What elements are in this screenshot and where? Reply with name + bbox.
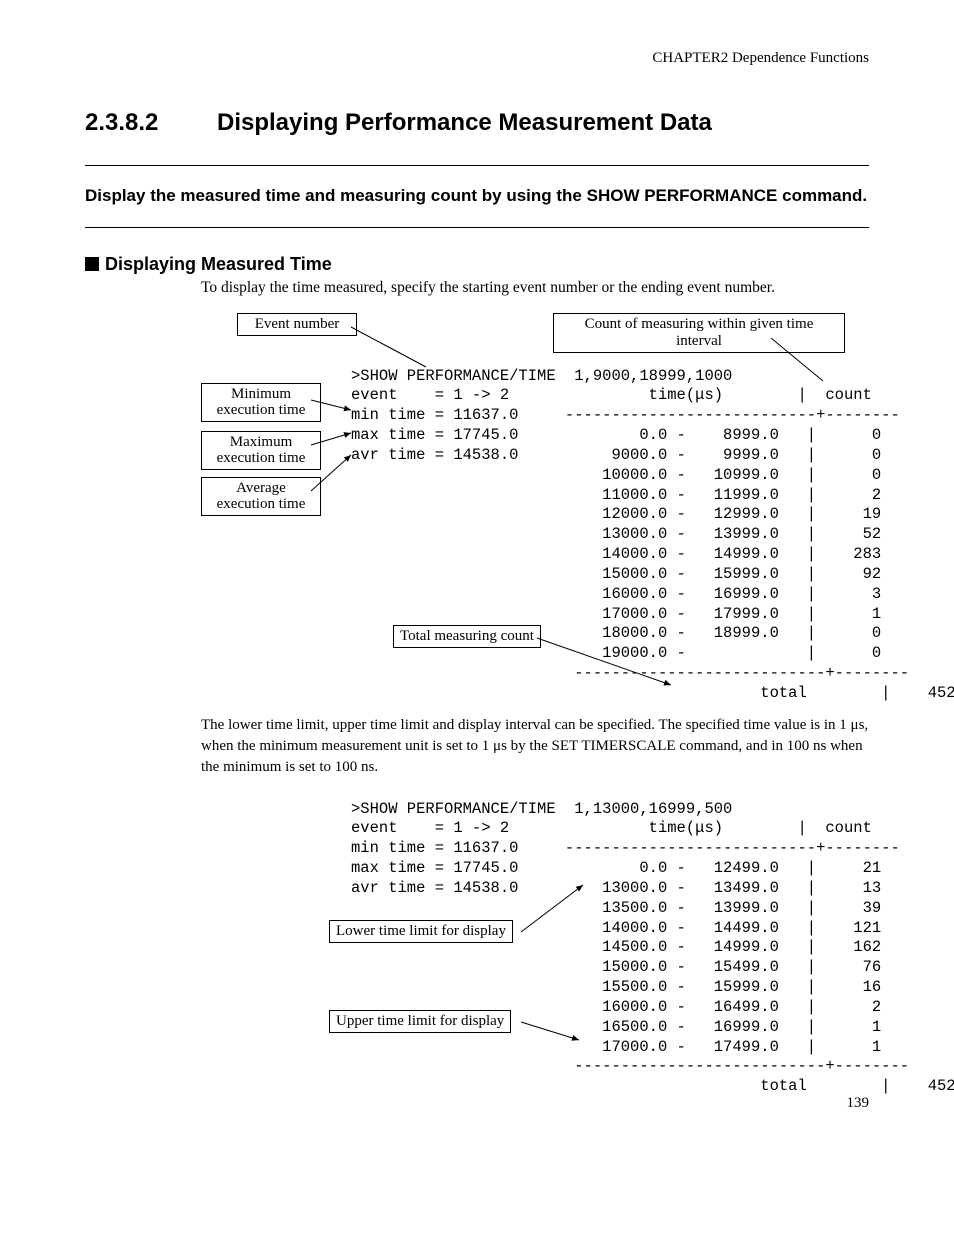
section-number: 2.3.8.2 — [85, 109, 213, 137]
summary-text: Display the measured time and measuring … — [85, 166, 869, 227]
label-count-interval: Count of measuring within given time int… — [553, 313, 845, 353]
page: CHAPTER2 Dependence Functions 2.3.8.2 Di… — [0, 0, 954, 1140]
section-title: Displaying Performance Measurement Data — [217, 109, 712, 137]
subheading: Displaying Measured Time — [85, 254, 869, 275]
body-paragraph-1: To display the time measured, specify th… — [201, 279, 869, 297]
figure-1: Event number Count of measuring within g… — [201, 305, 869, 705]
section-heading: 2.3.8.2 Displaying Performance Measureme… — [85, 109, 869, 137]
subheading-text: Displaying Measured Time — [105, 254, 332, 274]
label-event-number: Event number — [237, 313, 357, 336]
figure-2: >SHOW PERFORMANCE/TIME 1,13000,16999,500… — [201, 800, 869, 1100]
label-max-exec: Maximum execution time — [201, 431, 321, 470]
label-lower-limit: Lower time limit for display — [329, 920, 513, 943]
example2-output: >SHOW PERFORMANCE/TIME 1,13000,16999,500… — [351, 800, 954, 1097]
label-min-exec: Minimum execution time — [201, 383, 321, 422]
page-number: 139 — [847, 1095, 870, 1112]
square-bullet-icon — [85, 257, 99, 271]
example1-output: >SHOW PERFORMANCE/TIME 1,9000,18999,1000… — [351, 367, 954, 704]
note-paragraph: The lower time limit, upper time limit a… — [201, 715, 869, 778]
rule-bottom — [85, 227, 869, 228]
label-avg-exec: Average execution time — [201, 477, 321, 516]
label-upper-limit: Upper time limit for display — [329, 1010, 511, 1033]
chapter-header: CHAPTER2 Dependence Functions — [85, 50, 869, 67]
